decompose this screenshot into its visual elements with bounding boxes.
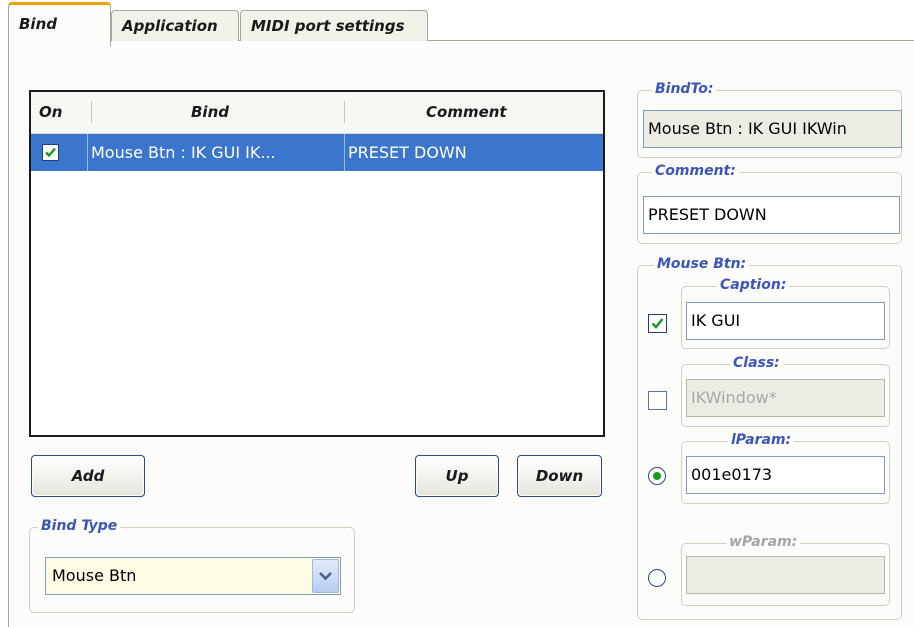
mouse-btn-legend: Mouse Btn: xyxy=(654,256,750,272)
column-separator[interactable] xyxy=(344,101,345,123)
caption-checkbox[interactable] xyxy=(648,314,667,333)
checkmark-icon xyxy=(45,147,56,158)
lparam-field[interactable]: 001e0173 xyxy=(686,456,885,494)
bind-type-legend: Bind Type xyxy=(38,518,121,534)
caption-legend: Caption: xyxy=(717,277,790,293)
row-separator xyxy=(87,134,88,171)
comment-legend: Comment: xyxy=(652,163,739,179)
tab-bind[interactable]: Bind xyxy=(8,2,111,46)
tab-midi-port-settings-label: MIDI port settings xyxy=(251,17,405,35)
wparam-radio[interactable] xyxy=(648,569,666,587)
row-on-checkbox[interactable] xyxy=(42,144,59,161)
row-bind-cell: Mouse Btn : IK GUI IK... xyxy=(91,143,276,162)
lparam-legend: lParam: xyxy=(728,432,795,448)
tab-bind-label: Bind xyxy=(19,15,57,33)
radio-selected-dot xyxy=(653,472,661,480)
row-comment-cell: PRESET DOWN xyxy=(348,143,467,162)
class-checkbox[interactable] xyxy=(648,391,667,410)
tab-application[interactable]: Application xyxy=(111,10,239,41)
column-header-on[interactable]: On xyxy=(39,92,62,133)
checkmark-icon xyxy=(651,318,664,329)
wparam-legend: wParam: xyxy=(726,534,801,550)
bind-type-value: Mouse Btn xyxy=(52,566,137,585)
binds-list[interactable]: On Bind Comment Mouse Btn : IK GUI IK...… xyxy=(29,90,605,437)
binds-list-header: On Bind Comment xyxy=(31,92,603,134)
row-separator xyxy=(344,134,345,171)
bind-type-select[interactable]: Mouse Btn xyxy=(45,557,341,595)
class-field[interactable]: IKWindow* xyxy=(686,379,885,417)
table-row[interactable]: Mouse Btn : IK GUI IK... PRESET DOWN xyxy=(31,134,603,171)
class-legend: Class: xyxy=(730,355,783,371)
bind-to-field[interactable]: Mouse Btn : IK GUI IKWin xyxy=(643,110,902,148)
chevron-down-icon[interactable] xyxy=(312,559,339,593)
column-separator[interactable] xyxy=(91,101,92,123)
bind-to-legend: BindTo: xyxy=(652,81,717,97)
column-header-comment[interactable]: Comment xyxy=(426,92,507,133)
add-button[interactable]: Add xyxy=(31,455,145,497)
up-button[interactable]: Up xyxy=(415,455,499,497)
tab-midi-port-settings[interactable]: MIDI port settings xyxy=(240,10,428,41)
caption-field[interactable]: IK GUI xyxy=(686,302,885,340)
lparam-radio[interactable] xyxy=(648,467,666,485)
tab-application-label: Application xyxy=(122,17,218,35)
wparam-field[interactable] xyxy=(686,556,885,594)
comment-field[interactable]: PRESET DOWN xyxy=(643,196,900,234)
column-header-bind[interactable]: Bind xyxy=(191,92,229,133)
down-button[interactable]: Down xyxy=(517,455,602,497)
